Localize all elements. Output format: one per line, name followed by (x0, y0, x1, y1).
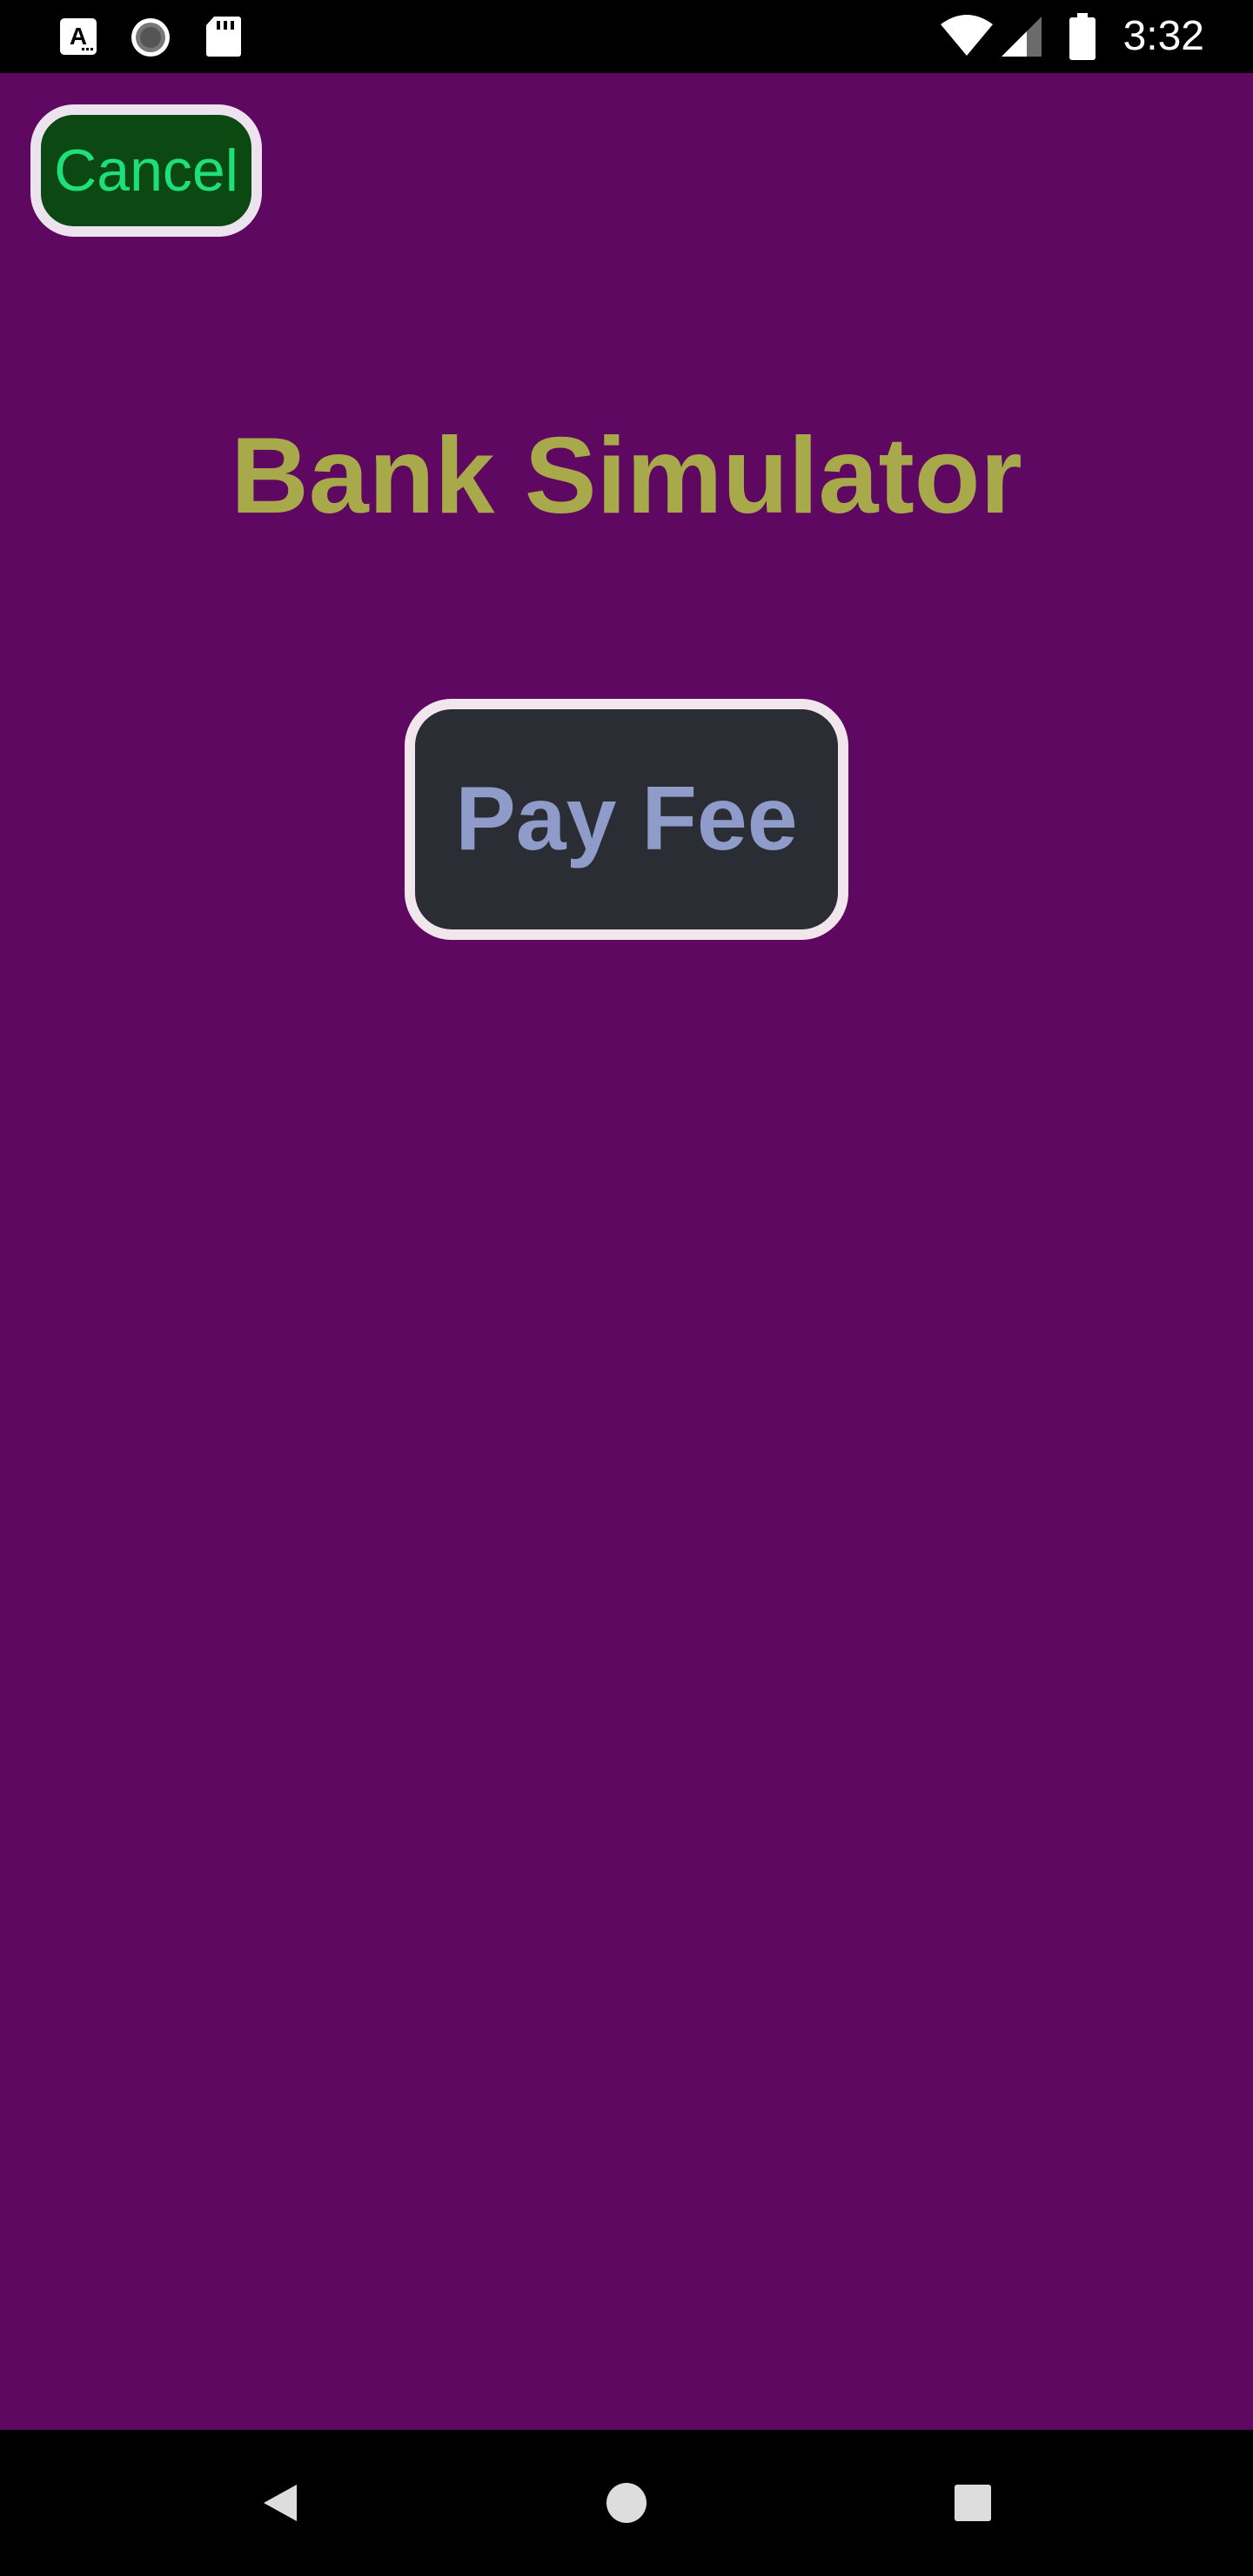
home-icon[interactable] (590, 2466, 663, 2539)
pay-fee-button[interactable]: Pay Fee (405, 699, 848, 940)
wifi-icon (940, 14, 994, 61)
cell-signal-icon (1001, 16, 1042, 61)
back-icon[interactable] (244, 2466, 317, 2539)
sync-spinner-icon (129, 16, 172, 63)
status-bar: A 3:32 (0, 0, 1253, 73)
page-title: Bank Simulator (231, 416, 1022, 536)
svg-text:A: A (70, 23, 87, 50)
font-a-icon: A (59, 17, 97, 59)
status-time: 3:32 (1122, 13, 1204, 59)
recents-icon[interactable] (936, 2466, 1009, 2539)
sd-card-icon (205, 16, 242, 61)
cancel-button[interactable]: Cancel (30, 104, 262, 237)
app-screen: Cancel Bank Simulator Pay Fee (0, 73, 1253, 2430)
battery-icon (1069, 12, 1096, 64)
navigation-bar (0, 2430, 1253, 2576)
